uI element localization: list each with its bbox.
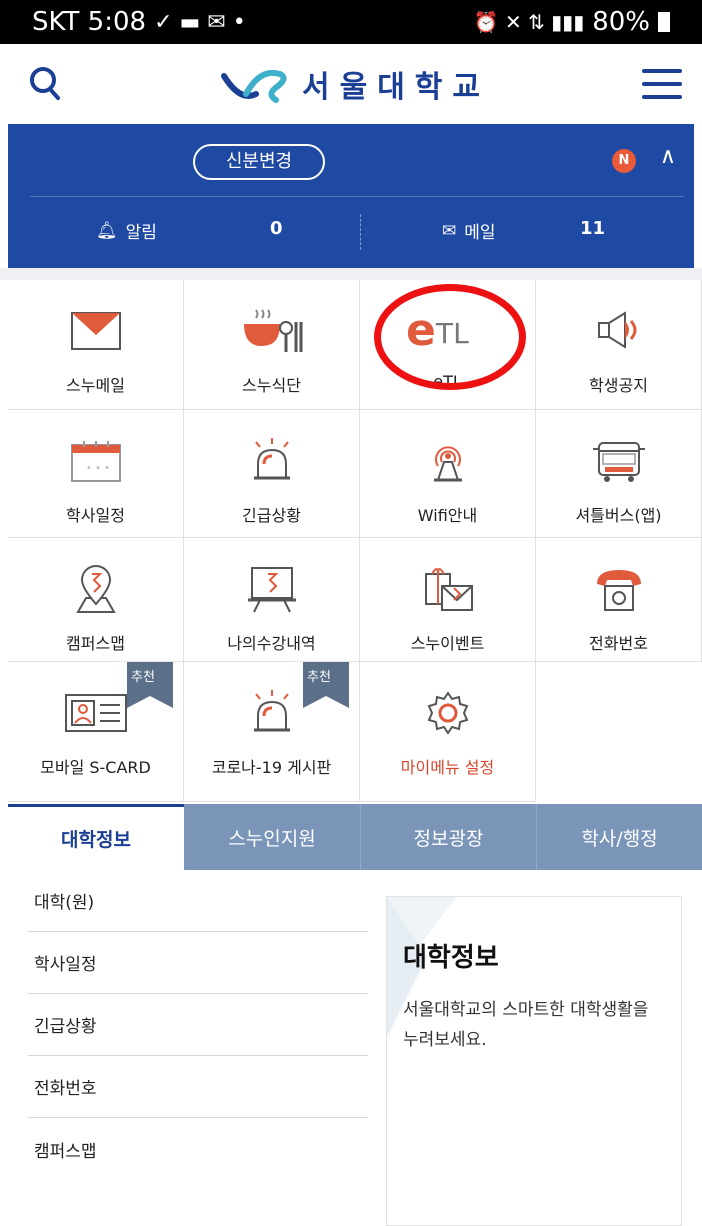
menu-tile-phone-directory[interactable]: 전화번호 — [536, 538, 702, 662]
list-item[interactable]: 전화번호 — [28, 1056, 368, 1118]
user-panel: 신분변경 N ∧ 🔔︎ 알림 0 ✉ 메일 11 — [8, 124, 694, 268]
gear-icon — [427, 691, 468, 735]
info-list: 대학(원) 학사일정 긴급상황 전화번호 캠퍼스맵 — [28, 870, 368, 1180]
notification-icons: ✓ ▬ ✉ • — [154, 9, 246, 35]
menu-label: 셔틀버스(앱) — [575, 506, 662, 525]
menu-tile-my-menu-settings[interactable]: 마이메뉴 설정 — [360, 662, 536, 802]
snu-logo-icon — [221, 70, 287, 103]
menu-label: 전화번호 — [589, 634, 648, 653]
menu-tile-emergency[interactable]: 긴급상황 — [184, 410, 360, 538]
tab-info-plaza[interactable]: 정보광장 — [360, 804, 536, 870]
list-item[interactable]: 긴급상황 — [28, 994, 368, 1056]
recommend-label: 추천 — [131, 670, 155, 685]
menu-tile-wifi[interactable]: Wifi안내 — [360, 410, 536, 538]
siren-icon — [253, 690, 290, 732]
menu-tile-etl[interactable]: e TL eTL — [360, 280, 536, 410]
info-card: 대학정보 서울대학교의 스마트한 대학생활을 누려보세요. — [386, 896, 682, 1226]
tab-bar: 대학정보 스누인지원 정보광장 학사/행정 — [8, 804, 702, 870]
megaphone-icon — [597, 311, 636, 349]
menu-label: 학생공지 — [589, 376, 648, 395]
svg-text:e: e — [406, 309, 436, 353]
menu-label: 긴급상황 — [242, 506, 301, 525]
status-icons: ⏰ ✕ ⇅ ▮▮▮ — [473, 10, 585, 34]
card-description: 서울대학교의 스마트한 대학생활을 누려보세요. — [403, 1000, 649, 1050]
calendar-icon: • • • — [70, 441, 121, 482]
tab-university-info[interactable]: 대학정보 — [8, 804, 184, 870]
menu-label: 스누메일 — [66, 376, 125, 395]
status-bar: SKT 5:08 ✓ ▬ ✉ • ⏰ ✕ ⇅ ▮▮▮ 80% — [0, 0, 702, 44]
meal-icon — [243, 309, 302, 352]
list-item[interactable]: 학사일정 — [28, 932, 368, 994]
tab-academic-admin[interactable]: 학사/행정 — [536, 804, 702, 870]
battery-level: 80% — [592, 7, 650, 37]
envelope-icon: ✉ — [442, 220, 457, 241]
carrier-time: SKT 5:08 — [32, 7, 147, 37]
menu-tile-my-courses[interactable]: 나의수강내역 — [184, 538, 360, 662]
section-separator — [0, 268, 702, 280]
menu-tile-student-notice[interactable]: 학생공지 — [536, 280, 702, 410]
etl-logo-icon: e TL — [406, 309, 469, 353]
mail-count: 11 — [580, 218, 606, 239]
mail-icon — [70, 312, 121, 350]
gift-mail-icon — [424, 568, 473, 611]
bus-icon — [592, 442, 645, 482]
logo-text: 서울대학교 — [302, 70, 490, 105]
recommend-ribbon: 추천 — [303, 662, 349, 708]
wifi-tower-icon — [433, 446, 462, 482]
menu-label: 스누식단 — [242, 376, 301, 395]
id-card-icon — [64, 694, 127, 732]
snu-logo[interactable]: 서울대학교 — [220, 62, 490, 106]
svg-text:TL: TL — [435, 317, 469, 350]
menu-label: 마이메뉴 설정 — [400, 758, 495, 777]
recommend-ribbon: 추천 — [127, 662, 173, 708]
battery-icon — [658, 12, 670, 32]
menu-tile-snu-event[interactable]: 스누이벤트 — [360, 538, 536, 662]
alerts-count: 0 — [270, 218, 283, 239]
menu-grid: 스누메일 스누식단 e TL eTL 학생공지 • • • 학사일정 긴급상황 W… — [8, 280, 702, 802]
tab-snu-in-support[interactable]: 스누인지원 — [184, 804, 360, 870]
menu-label: 모바일 S-CARD — [40, 758, 151, 777]
map-pin-icon — [75, 565, 116, 613]
card-title: 대학정보 — [403, 943, 499, 973]
list-item[interactable]: 대학(원) — [28, 870, 368, 932]
svg-text:• • •: • • • — [86, 463, 110, 474]
menu-label: 나의수강내역 — [227, 634, 316, 653]
menu-label: 코로나-19 게시판 — [211, 758, 332, 777]
telephone-icon — [596, 570, 641, 611]
identity-change-button[interactable]: 신분변경 — [193, 144, 325, 180]
menu-tile-snu-meal[interactable]: 스누식단 — [184, 280, 360, 410]
siren-icon — [253, 438, 290, 480]
menu-tile-covid19-board[interactable]: 코로나-19 게시판 추천 — [184, 662, 360, 802]
menu-tile-shuttle-bus[interactable]: 셔틀버스(앱) — [536, 410, 702, 538]
mail-link[interactable]: ✉ 메일 — [442, 218, 496, 244]
alerts-link[interactable]: 🔔︎ 알림 — [96, 218, 157, 244]
menu-icon[interactable] — [642, 69, 682, 99]
alerts-label: 알림 — [125, 223, 157, 243]
menu-tile-snu-mail[interactable]: 스누메일 — [8, 280, 184, 410]
menu-label: 캠퍼스맵 — [66, 634, 125, 653]
mail-label: 메일 — [464, 223, 496, 243]
app-header: 서울대학교 — [0, 44, 702, 124]
menu-label: eTL — [433, 372, 462, 391]
menu-tile-campus-map[interactable]: 캠퍼스맵 — [8, 538, 184, 662]
bell-icon: 🔔︎ — [96, 220, 118, 241]
menu-label: Wifi안내 — [417, 506, 478, 525]
search-icon[interactable] — [28, 64, 68, 104]
list-item[interactable]: 캠퍼스맵 — [28, 1118, 368, 1180]
recommend-label: 추천 — [307, 670, 331, 685]
menu-label: 스누이벤트 — [410, 634, 485, 653]
menu-tile-academic-calendar[interactable]: • • • 학사일정 — [8, 410, 184, 538]
new-badge: N — [612, 149, 636, 173]
menu-tile-mobile-scard[interactable]: 모바일 S-CARD 추천 — [8, 662, 184, 802]
collapse-chevron-icon[interactable]: ∧ — [660, 144, 676, 169]
lecture-board-icon — [247, 567, 296, 613]
tab-content: 대학(원) 학사일정 긴급상황 전화번호 캠퍼스맵 대학정보 서울대학교의 스마… — [8, 870, 702, 1226]
menu-label: 학사일정 — [66, 506, 125, 525]
